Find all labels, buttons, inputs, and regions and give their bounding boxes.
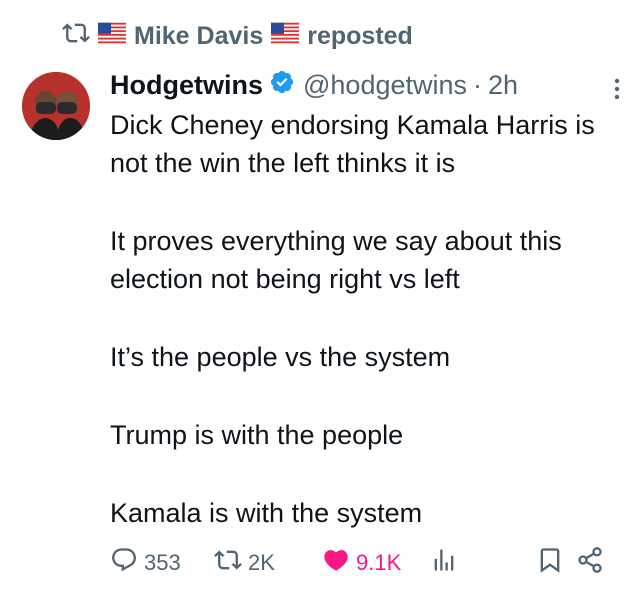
reply-icon bbox=[110, 546, 138, 580]
views-button[interactable] bbox=[430, 546, 458, 580]
tweet-paragraph: Trump is with the people bbox=[110, 420, 404, 450]
reply-count: 353 bbox=[144, 550, 181, 575]
tweet-time[interactable]: 2h bbox=[488, 70, 518, 101]
more-options-icon[interactable] bbox=[614, 76, 620, 100]
repost-context: Mike Davis reposted bbox=[62, 20, 413, 52]
bookmark-icon bbox=[536, 546, 564, 580]
tweet-paragraph: Kamala is with the system bbox=[110, 498, 423, 528]
separator-dot: · bbox=[473, 69, 483, 100]
retweet-count: 2K bbox=[248, 550, 275, 575]
like-count: 9.1K bbox=[356, 550, 402, 575]
tweet-text: Dick Cheney endorsing Kamala Harris is n… bbox=[110, 106, 625, 532]
author-name[interactable]: Hodgetwins bbox=[110, 70, 263, 101]
us-flag-icon bbox=[271, 19, 300, 54]
author-handle[interactable]: @hodgetwins bbox=[303, 70, 467, 101]
retweet-button[interactable]: 2K bbox=[214, 546, 275, 580]
tweet-paragraph: It proves everything we say about this e… bbox=[110, 226, 562, 294]
repost-user-name[interactable]: Mike Davis bbox=[134, 22, 263, 51]
tweet-header: Hodgetwins @hodgetwins · 2h bbox=[110, 68, 620, 102]
verified-badge-icon bbox=[263, 69, 295, 102]
heart-icon bbox=[322, 546, 350, 580]
views-icon bbox=[430, 546, 458, 580]
avatar[interactable] bbox=[22, 72, 90, 140]
reply-button[interactable]: 353 bbox=[110, 546, 181, 580]
retweet-icon bbox=[214, 546, 242, 580]
retweet-icon bbox=[62, 19, 90, 54]
share-button[interactable] bbox=[576, 546, 604, 580]
us-flag-icon bbox=[98, 19, 126, 54]
like-button[interactable]: 9.1K bbox=[322, 546, 401, 580]
tweet-paragraph: Dick Cheney endorsing Kamala Harris is n… bbox=[110, 110, 595, 178]
share-icon bbox=[576, 546, 604, 580]
bookmark-button[interactable] bbox=[536, 546, 564, 580]
tweet-actions: 353 2K 9.1K bbox=[110, 545, 610, 581]
tweet-paragraph: It’s the people vs the system bbox=[110, 342, 451, 372]
repost-label: reposted bbox=[307, 21, 413, 50]
